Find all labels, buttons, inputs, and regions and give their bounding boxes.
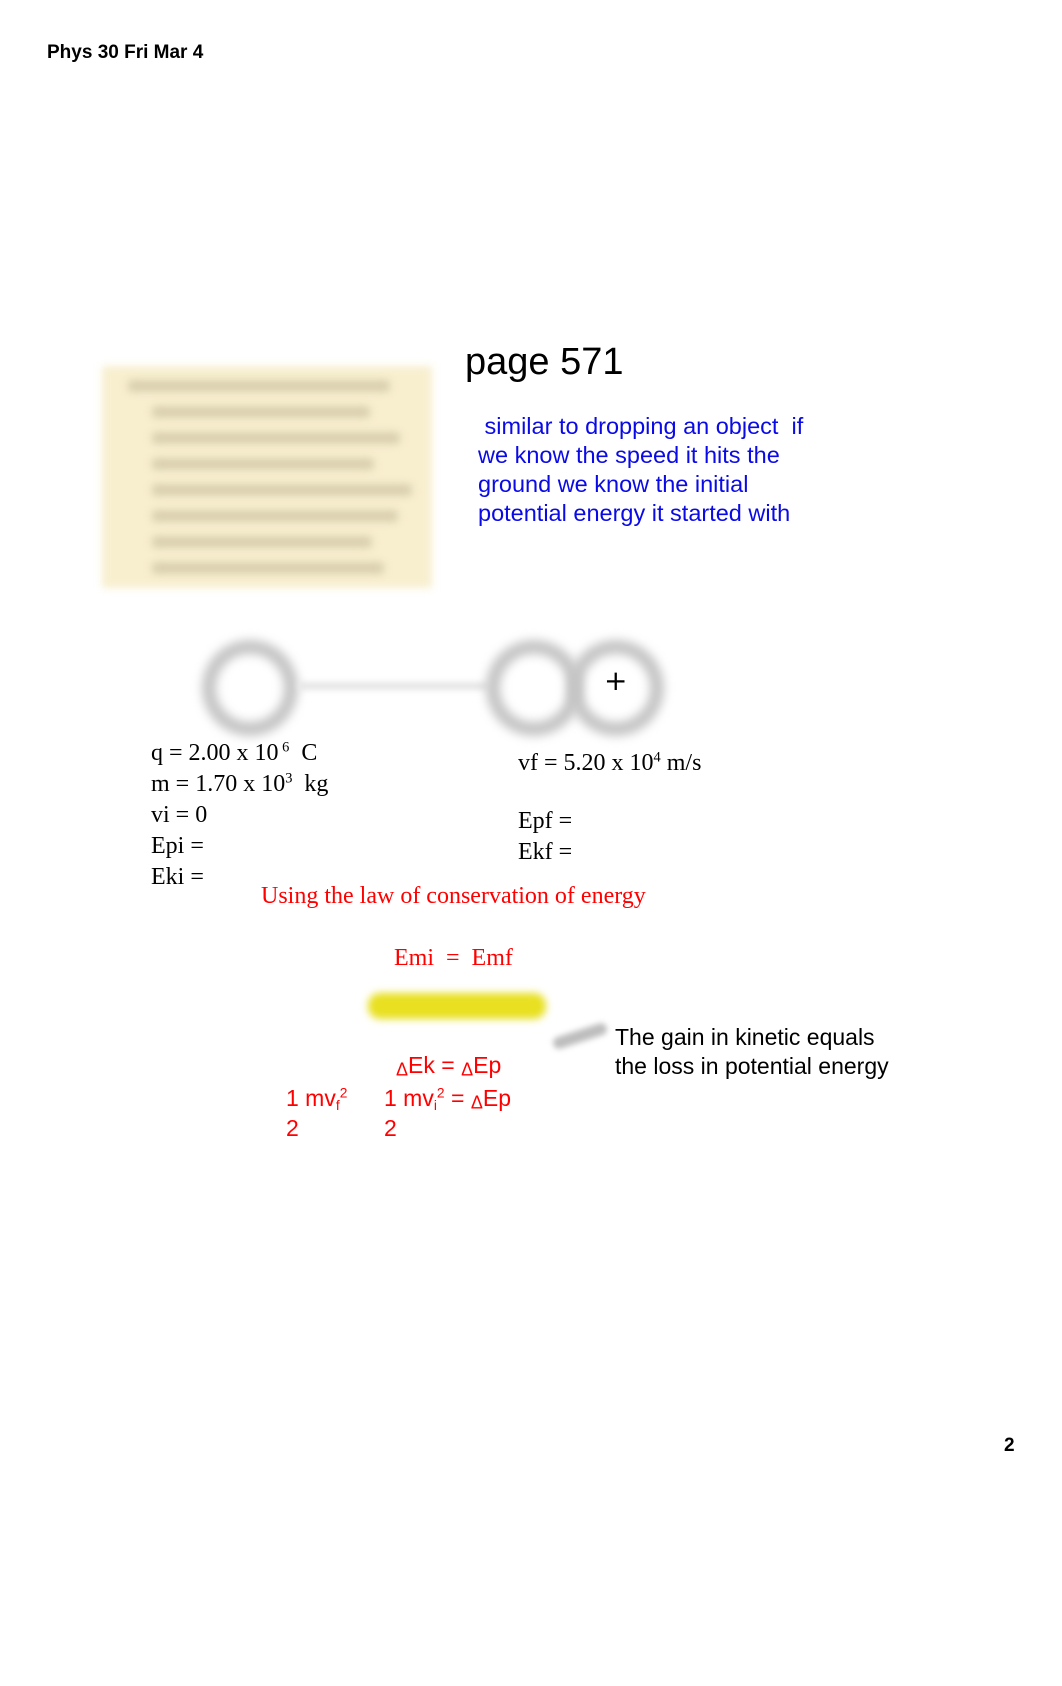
energy-annotation: The gain in kinetic equals the loss in p… (615, 1023, 889, 1081)
given-q: q = 2.00 x 10 6 C (151, 739, 318, 766)
annotation-line: the loss in potential energy (615, 1053, 889, 1079)
document-header: Phys 30 Fri Mar 4 (47, 42, 204, 63)
given-vi: vi = 0 (151, 802, 208, 828)
given-epf: Epf = (518, 808, 573, 834)
blue-note-line: we know the speed it hits the (478, 442, 780, 468)
delta-icon: Δ (470, 1092, 483, 1113)
page-title: page 571 (465, 341, 624, 383)
negative-charge-sphere (202, 640, 298, 736)
highlighted-scribble (368, 993, 546, 1019)
blue-note-line: ground we know the initial (478, 471, 749, 497)
delta-icon: Δ (396, 1059, 409, 1080)
conservation-note: Using the law of conservation of energy (261, 883, 646, 909)
given-epi: Epi = (151, 833, 204, 859)
equation-delta-ek-ep: ΔEk = ΔEp (396, 1052, 502, 1080)
blue-note: similar to dropping an object if we know… (478, 412, 803, 528)
separation-line (298, 682, 488, 690)
annotation-line: The gain in kinetic equals (615, 1024, 875, 1050)
given-ekf: Ekf = (518, 839, 573, 865)
given-m: m = 1.70 x 103 kg (151, 770, 329, 797)
equation-emi-emf: Emi = Emf (394, 945, 513, 971)
plus-sign-icon: + (604, 664, 628, 697)
kinetic-final-term: 1 mvf2 (286, 1085, 348, 1114)
blue-note-line: potential energy it started with (478, 500, 791, 526)
kinetic-initial-term: 1 mvi2 = ΔEp (384, 1085, 511, 1114)
givens-right: Epf = Ekf = (518, 806, 572, 868)
denominator-1: 2 (286, 1115, 299, 1141)
givens-left: q = 2.00 x 10 6 C m = 1.70 x 103 kg vi =… (151, 738, 328, 893)
denominator-2: 2 (384, 1115, 397, 1141)
page-number: 2 (1004, 1435, 1015, 1456)
blue-note-line: similar to dropping an object if (478, 413, 804, 439)
pointer-stroke (551, 1021, 609, 1051)
delta-icon: Δ (461, 1059, 474, 1080)
given-vf: vf = 5.20 x 104 m/s (518, 749, 702, 776)
